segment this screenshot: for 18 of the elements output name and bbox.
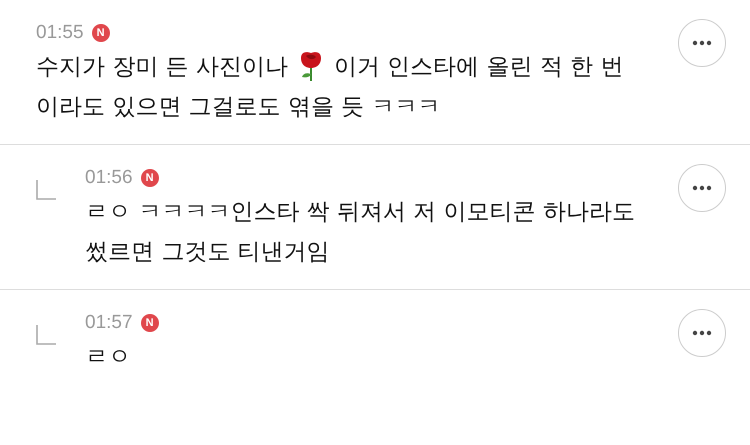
comment-time: 01:57 xyxy=(85,312,133,334)
comment-time: 01:56 xyxy=(85,167,133,189)
comment-text: ㄹㅇ ㅋㅋㅋㅋ인스타 싹 뒤져서 저 이모티콘 하나라도 xyxy=(85,198,635,226)
new-badge: N xyxy=(140,314,159,332)
new-badge: N xyxy=(92,24,110,42)
more-icon xyxy=(692,185,712,191)
more-button[interactable] xyxy=(678,164,726,212)
comment-time: 01:55 xyxy=(36,22,84,44)
comment-text: 수지가 장미 든 사진이나 xyxy=(36,52,288,82)
comment-text: ㄹㅇ xyxy=(85,342,131,372)
comment-text: 이라도 있으면 그걸로도 엮을 듯 ㅋㅋㅋ xyxy=(36,92,441,122)
more-icon xyxy=(692,330,712,336)
more-button[interactable] xyxy=(678,309,726,357)
comment-text: 썼르면 그것도 티낸거임 xyxy=(85,238,330,266)
more-icon xyxy=(692,40,712,46)
comment-text: 이거 인스타에 올린 적 한 번 xyxy=(334,52,624,82)
new-badge: N xyxy=(140,169,159,187)
more-button[interactable] xyxy=(678,19,726,67)
